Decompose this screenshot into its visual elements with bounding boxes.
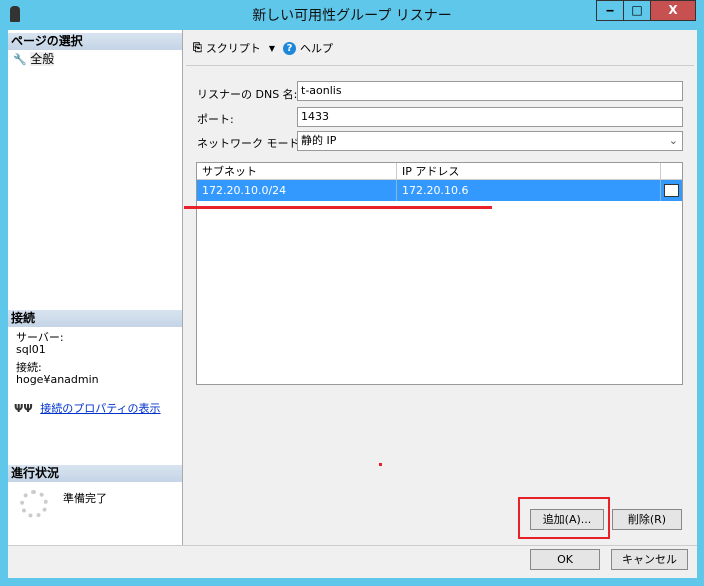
column-header-subnet: サブネット [197, 163, 397, 179]
grid-header: サブネット IP アドレス [197, 163, 682, 180]
port-input[interactable]: 1433 [297, 107, 683, 127]
wrench-icon: 🔧 [13, 53, 27, 66]
port-label: ポート: [197, 113, 234, 126]
script-button[interactable]: スクリプト [206, 40, 261, 56]
connection-plug-icon: ΨΨ [14, 402, 33, 415]
script-icon: ⎘ [193, 41, 202, 54]
annotation-underline [184, 206, 492, 209]
close-button[interactable]: X [650, 0, 696, 21]
table-row[interactable]: 172.20.10.0/24 172.20.10.6 [197, 180, 682, 201]
help-button[interactable]: ヘルプ [300, 40, 333, 56]
sidebar: ページの選択 🔧 全般 接続 サーバー: sql01 接続: hoge¥anad… [8, 30, 183, 545]
help-icon: ? [282, 41, 296, 55]
toolbar: ⎘ スクリプト ▼ ? ヘルプ [193, 40, 333, 56]
server-value: sql01 [16, 343, 46, 356]
minimize-button[interactable]: ‒ [596, 0, 624, 21]
progress-spinner-icon [20, 490, 48, 518]
ip-cell[interactable]: 172.20.10.6 [397, 180, 661, 201]
edit-icon[interactable] [664, 184, 679, 197]
chevron-down-icon[interactable]: ▼ [269, 44, 275, 53]
column-header-ip: IP アドレス [397, 163, 661, 179]
dns-name-input[interactable]: t-aonlis [297, 81, 683, 101]
network-mode-select[interactable]: 静的 IP ⌄ [297, 131, 683, 151]
subnet-grid: サブネット IP アドレス 172.20.10.0/24 172.20.10.6 [196, 162, 683, 385]
dns-label: リスナーの DNS 名: [197, 88, 298, 101]
cancel-button[interactable]: キャンセル [611, 549, 688, 570]
add-button[interactable]: 追加(A)... [530, 509, 604, 530]
connection-header: 接続 [8, 310, 182, 327]
progress-status: 準備完了 [63, 492, 107, 505]
ok-button[interactable]: OK [530, 549, 600, 570]
select-page-header: ページの選択 [8, 33, 182, 50]
maximize-button[interactable]: □ [623, 0, 651, 21]
annotation-dot [379, 463, 382, 466]
remove-button[interactable]: 削除(R) [612, 509, 682, 530]
network-mode-value: 静的 IP [301, 134, 337, 147]
subnet-cell: 172.20.10.0/24 [197, 180, 397, 201]
view-connection-properties-link[interactable]: 接続のプロパティの表示 [40, 402, 160, 415]
sidebar-item-general[interactable]: 🔧 全般 [13, 50, 55, 67]
connection-value: hoge¥anadmin [16, 373, 99, 386]
chevron-down-icon: ⌄ [668, 134, 678, 147]
progress-header: 進行状況 [8, 465, 182, 482]
sidebar-item-label: 全般 [30, 52, 55, 66]
network-mode-label: ネットワーク モード: [197, 137, 304, 150]
